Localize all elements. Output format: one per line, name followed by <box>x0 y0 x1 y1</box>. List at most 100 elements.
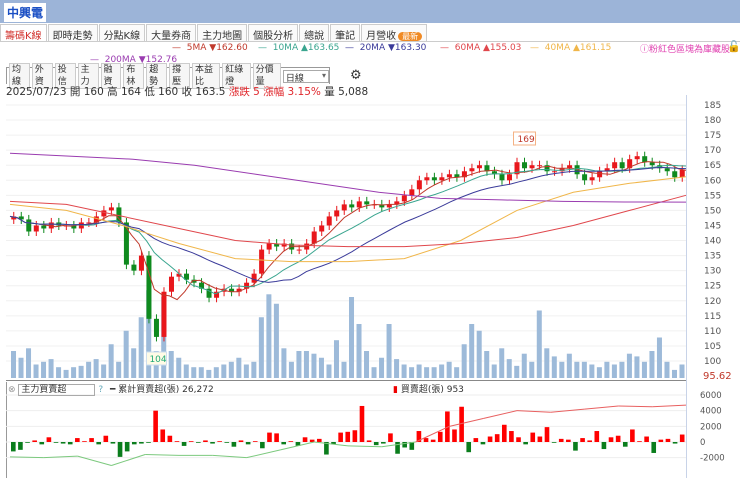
flow-bar <box>637 441 642 442</box>
candle-body <box>259 249 265 274</box>
candle-body <box>649 162 655 166</box>
cum-line-segment <box>145 454 180 456</box>
price-chart[interactable]: 185 180 175 170 165 160 155 150 145 140 135 130 125 1… <box>0 0 740 478</box>
volume-bar <box>664 361 670 378</box>
volume-bar <box>589 364 595 378</box>
candle-body <box>499 174 505 181</box>
flow-bar <box>644 436 649 442</box>
volume-bar <box>484 351 490 378</box>
candle-body <box>589 177 595 181</box>
cum-legend: ━ 累計買賣超(張) 26,272 <box>110 385 214 395</box>
flow-bar <box>18 442 23 450</box>
volume-bar <box>401 364 407 378</box>
flow-bar <box>494 434 500 442</box>
volume-bar <box>26 348 32 378</box>
lower-indicator-select[interactable]: ⊗ 主力買賣超 ? <box>8 382 103 396</box>
flow-bar <box>544 427 550 442</box>
volume-bar <box>326 364 332 378</box>
lower-select-value[interactable]: 主力買賣超 <box>18 384 96 396</box>
volume-bar <box>521 353 527 378</box>
volume-bar <box>506 359 512 378</box>
candle-body <box>582 174 588 181</box>
candle-body <box>168 276 174 292</box>
flow-bar <box>316 438 322 442</box>
y-tick: 130 <box>704 267 721 277</box>
close-icon[interactable]: ⊗ <box>8 385 16 395</box>
volume-bar <box>176 357 182 378</box>
flow-bar <box>679 434 685 442</box>
candle-body <box>153 318 159 337</box>
flow-bar <box>388 433 393 442</box>
flow-bar <box>551 442 557 443</box>
candle-body <box>266 243 272 250</box>
volume-bar <box>349 297 355 378</box>
candle-body <box>476 165 482 169</box>
volume-bar <box>499 348 505 378</box>
flow-bar <box>352 430 358 442</box>
lower-y-tick: 0 <box>700 438 705 448</box>
volume-bar <box>491 364 497 378</box>
cum-line-segment <box>483 410 518 419</box>
y-tick: 160 <box>704 176 721 186</box>
volume-bar <box>476 330 482 378</box>
volume-bar <box>123 330 129 378</box>
y-tick: 140 <box>704 237 721 247</box>
volume-bar <box>191 367 197 378</box>
volume-bar <box>371 367 377 378</box>
volume-bar <box>333 340 339 378</box>
volume-bar <box>288 361 294 378</box>
candle-body <box>679 169 685 178</box>
flow-bar <box>281 442 287 445</box>
volume-bar <box>198 367 204 378</box>
flow-bar <box>366 440 372 442</box>
candle-body <box>108 207 114 211</box>
volume-bar <box>48 359 54 378</box>
flow-bar <box>60 442 66 444</box>
flow-bar <box>196 442 201 443</box>
low-marker: 104 <box>149 355 166 365</box>
last-value-label: 95.62 <box>703 371 732 382</box>
volume-bar <box>131 348 137 378</box>
flow-bar <box>46 437 52 442</box>
flow-bar <box>267 432 272 442</box>
volume-bar <box>93 359 99 378</box>
candle-body <box>33 225 39 232</box>
flow-bar <box>651 442 657 453</box>
y-tick: 115 <box>704 312 721 322</box>
candle-body <box>101 210 107 217</box>
volume-bar <box>296 351 302 378</box>
volume-bar <box>11 351 17 378</box>
lower-frame <box>6 382 7 478</box>
flow-bar <box>217 441 222 442</box>
volume-bar <box>213 367 219 378</box>
flow-bar <box>174 441 180 442</box>
flow-bar <box>252 441 258 442</box>
volume-bar <box>63 369 69 378</box>
volume-bar <box>341 361 347 378</box>
volume-bar <box>454 367 460 378</box>
flow-bar <box>82 441 87 442</box>
volume-bar <box>138 317 144 378</box>
help-icon[interactable]: ? <box>98 385 103 395</box>
flow-bar <box>188 441 194 442</box>
y-tick: 135 <box>704 252 721 262</box>
volume-bar <box>656 337 662 378</box>
flow-bar <box>601 442 607 450</box>
volume-bar <box>461 344 467 378</box>
flow-bar <box>501 424 507 442</box>
flow-bar <box>509 431 514 442</box>
volume-bar <box>469 324 475 378</box>
flow-bar <box>75 438 80 442</box>
flow-bar <box>566 439 571 442</box>
flow-bar <box>373 442 379 446</box>
candle-body <box>612 162 618 169</box>
flow-bar <box>210 442 215 444</box>
candle-body <box>529 165 535 169</box>
volume-bar <box>409 367 415 378</box>
flow-bar <box>665 438 671 442</box>
flow-bar <box>160 429 166 442</box>
volume-bar <box>356 324 362 378</box>
volume-bar <box>679 364 685 378</box>
cum-label: 累計買賣超(張) 26,272 <box>118 385 214 395</box>
candle-body <box>431 177 437 181</box>
